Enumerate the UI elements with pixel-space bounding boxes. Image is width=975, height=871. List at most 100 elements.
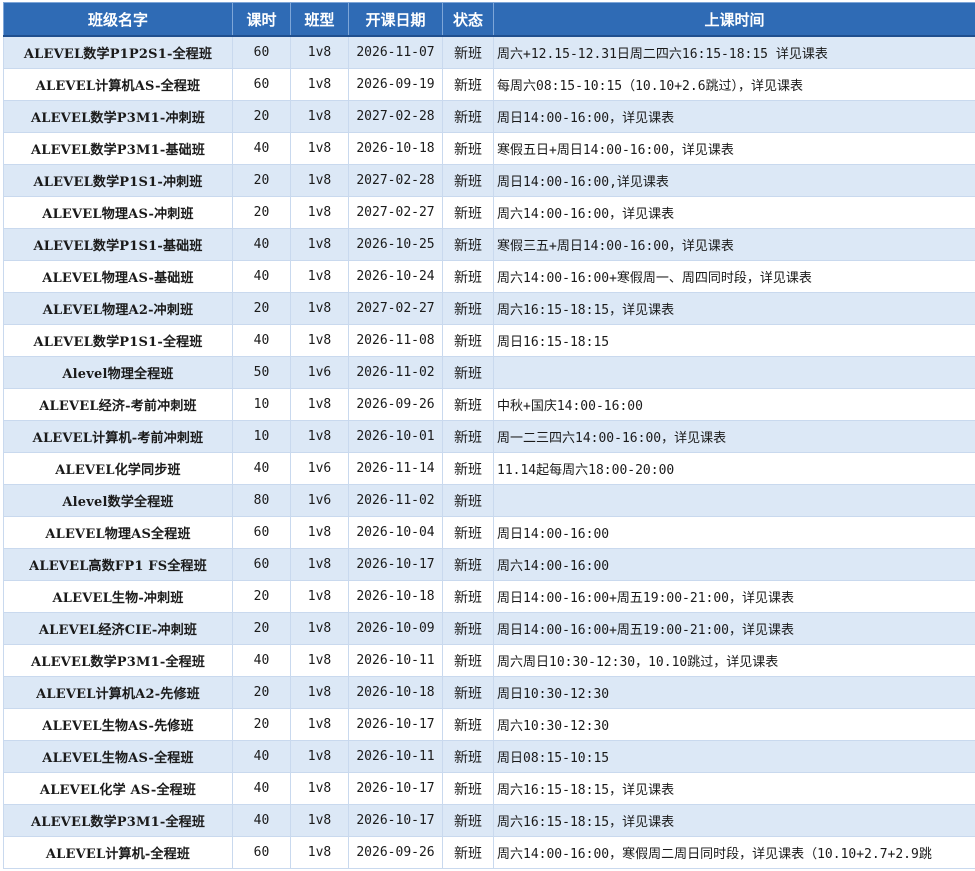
cell-hours[interactable]: 20: [232, 292, 291, 325]
cell-schedule[interactable]: 周六14:00-16:00，详见课表: [493, 196, 975, 229]
cell-status[interactable]: 新班: [442, 228, 494, 261]
cell-class-type[interactable]: 1v8: [290, 292, 349, 325]
cell-schedule[interactable]: 中秋+国庆14:00-16:00: [493, 388, 975, 421]
header-class-type[interactable]: 班型: [290, 2, 349, 37]
cell-class-type[interactable]: 1v8: [290, 35, 349, 69]
cell-start-date[interactable]: 2026-10-17: [348, 708, 443, 741]
cell-class-name[interactable]: ALEVEL物理A2-冲刺班: [3, 292, 233, 325]
cell-start-date[interactable]: 2026-11-02: [348, 356, 443, 389]
cell-status[interactable]: 新班: [442, 35, 494, 69]
cell-status[interactable]: 新班: [442, 132, 494, 165]
cell-start-date[interactable]: 2026-10-17: [348, 804, 443, 837]
cell-hours[interactable]: 40: [232, 228, 291, 261]
cell-hours[interactable]: 40: [232, 324, 291, 357]
cell-class-type[interactable]: 1v8: [290, 580, 349, 613]
cell-class-type[interactable]: 1v8: [290, 132, 349, 165]
cell-status[interactable]: 新班: [442, 420, 494, 453]
cell-schedule[interactable]: 11.14起每周六18:00-20:00: [493, 452, 975, 485]
cell-class-type[interactable]: 1v8: [290, 708, 349, 741]
cell-status[interactable]: 新班: [442, 708, 494, 741]
cell-class-type[interactable]: 1v8: [290, 836, 349, 869]
cell-status[interactable]: 新班: [442, 548, 494, 581]
cell-hours[interactable]: 10: [232, 388, 291, 421]
header-start-date[interactable]: 开课日期: [348, 2, 443, 37]
cell-schedule[interactable]: 寒假三五+周日14:00-16:00，详见课表: [493, 228, 975, 261]
cell-status[interactable]: 新班: [442, 388, 494, 421]
cell-status[interactable]: 新班: [442, 68, 494, 101]
cell-class-name[interactable]: ALEVEL数学P1S1-全程班: [3, 324, 233, 357]
cell-schedule[interactable]: 周日14:00-16:00,详见课表: [493, 164, 975, 197]
cell-schedule[interactable]: 每周六08:15-10:15（10.10+2.6跳过），详见课表: [493, 68, 975, 101]
cell-start-date[interactable]: 2026-09-19: [348, 68, 443, 101]
cell-hours[interactable]: 40: [232, 804, 291, 837]
cell-hours[interactable]: 60: [232, 68, 291, 101]
cell-hours[interactable]: 40: [232, 740, 291, 773]
cell-hours[interactable]: 60: [232, 836, 291, 869]
cell-start-date[interactable]: 2026-10-17: [348, 772, 443, 805]
cell-hours[interactable]: 60: [232, 548, 291, 581]
cell-class-name[interactable]: ALEVEL生物AS-先修班: [3, 708, 233, 741]
cell-schedule[interactable]: 周六14:00-16:00: [493, 548, 975, 581]
cell-hours[interactable]: 20: [232, 196, 291, 229]
cell-class-name[interactable]: Alevel物理全程班: [3, 356, 233, 389]
cell-schedule[interactable]: 周六16:15-18:15，详见课表: [493, 772, 975, 805]
cell-class-name[interactable]: ALEVEL数学P3M1-冲刺班: [3, 100, 233, 133]
cell-status[interactable]: 新班: [442, 292, 494, 325]
cell-class-name[interactable]: ALEVEL化学 AS-全程班: [3, 772, 233, 805]
cell-start-date[interactable]: 2026-10-11: [348, 644, 443, 677]
cell-class-name[interactable]: ALEVEL计算机-考前冲刺班: [3, 420, 233, 453]
cell-status[interactable]: 新班: [442, 740, 494, 773]
cell-class-name[interactable]: ALEVEL物理AS-基础班: [3, 260, 233, 293]
cell-status[interactable]: 新班: [442, 484, 494, 517]
cell-start-date[interactable]: 2026-11-08: [348, 324, 443, 357]
cell-status[interactable]: 新班: [442, 324, 494, 357]
cell-hours[interactable]: 20: [232, 100, 291, 133]
cell-status[interactable]: 新班: [442, 580, 494, 613]
cell-class-type[interactable]: 1v8: [290, 676, 349, 709]
cell-class-name[interactable]: ALEVEL生物-冲刺班: [3, 580, 233, 613]
cell-class-name[interactable]: ALEVEL数学P3M1-全程班: [3, 804, 233, 837]
cell-schedule[interactable]: 周六14:00-16:00+寒假周一、周四同时段，详见课表: [493, 260, 975, 293]
cell-start-date[interactable]: 2026-10-09: [348, 612, 443, 645]
cell-class-type[interactable]: 1v8: [290, 228, 349, 261]
cell-start-date[interactable]: 2026-10-18: [348, 580, 443, 613]
cell-hours[interactable]: 60: [232, 35, 291, 69]
header-hours[interactable]: 课时: [232, 2, 291, 37]
cell-start-date[interactable]: 2027-02-27: [348, 196, 443, 229]
cell-status[interactable]: 新班: [442, 772, 494, 805]
cell-status[interactable]: 新班: [442, 260, 494, 293]
cell-schedule[interactable]: 周日10:30-12:30: [493, 676, 975, 709]
cell-class-type[interactable]: 1v8: [290, 612, 349, 645]
cell-class-type[interactable]: 1v8: [290, 772, 349, 805]
cell-class-type[interactable]: 1v8: [290, 68, 349, 101]
cell-class-type[interactable]: 1v8: [290, 644, 349, 677]
cell-schedule[interactable]: 周日14:00-16:00+周五19:00-21:00，详见课表: [493, 612, 975, 645]
cell-class-name[interactable]: ALEVEL物理AS-冲刺班: [3, 196, 233, 229]
cell-class-type[interactable]: 1v8: [290, 740, 349, 773]
cell-hours[interactable]: 40: [232, 260, 291, 293]
cell-schedule[interactable]: [493, 484, 975, 517]
cell-schedule[interactable]: 周日14:00-16:00: [493, 516, 975, 549]
header-class-name[interactable]: 班级名字: [3, 2, 233, 37]
cell-start-date[interactable]: 2026-10-17: [348, 548, 443, 581]
cell-schedule[interactable]: 周日08:15-10:15: [493, 740, 975, 773]
cell-status[interactable]: 新班: [442, 644, 494, 677]
cell-class-type[interactable]: 1v8: [290, 196, 349, 229]
cell-schedule[interactable]: 周日14:00-16:00+周五19:00-21:00，详见课表: [493, 580, 975, 613]
cell-class-type[interactable]: 1v6: [290, 484, 349, 517]
cell-hours[interactable]: 50: [232, 356, 291, 389]
cell-start-date[interactable]: 2026-10-18: [348, 132, 443, 165]
cell-schedule[interactable]: 周六16:15-18:15，详见课表: [493, 804, 975, 837]
cell-start-date[interactable]: 2026-10-18: [348, 676, 443, 709]
cell-status[interactable]: 新班: [442, 836, 494, 869]
cell-start-date[interactable]: 2027-02-28: [348, 100, 443, 133]
cell-start-date[interactable]: 2026-10-24: [348, 260, 443, 293]
cell-start-date[interactable]: 2026-09-26: [348, 836, 443, 869]
cell-schedule[interactable]: 周六16:15-18:15，详见课表: [493, 292, 975, 325]
cell-hours[interactable]: 20: [232, 612, 291, 645]
cell-class-type[interactable]: 1v8: [290, 100, 349, 133]
cell-start-date[interactable]: 2026-10-04: [348, 516, 443, 549]
cell-status[interactable]: 新班: [442, 356, 494, 389]
cell-start-date[interactable]: 2027-02-28: [348, 164, 443, 197]
cell-status[interactable]: 新班: [442, 804, 494, 837]
